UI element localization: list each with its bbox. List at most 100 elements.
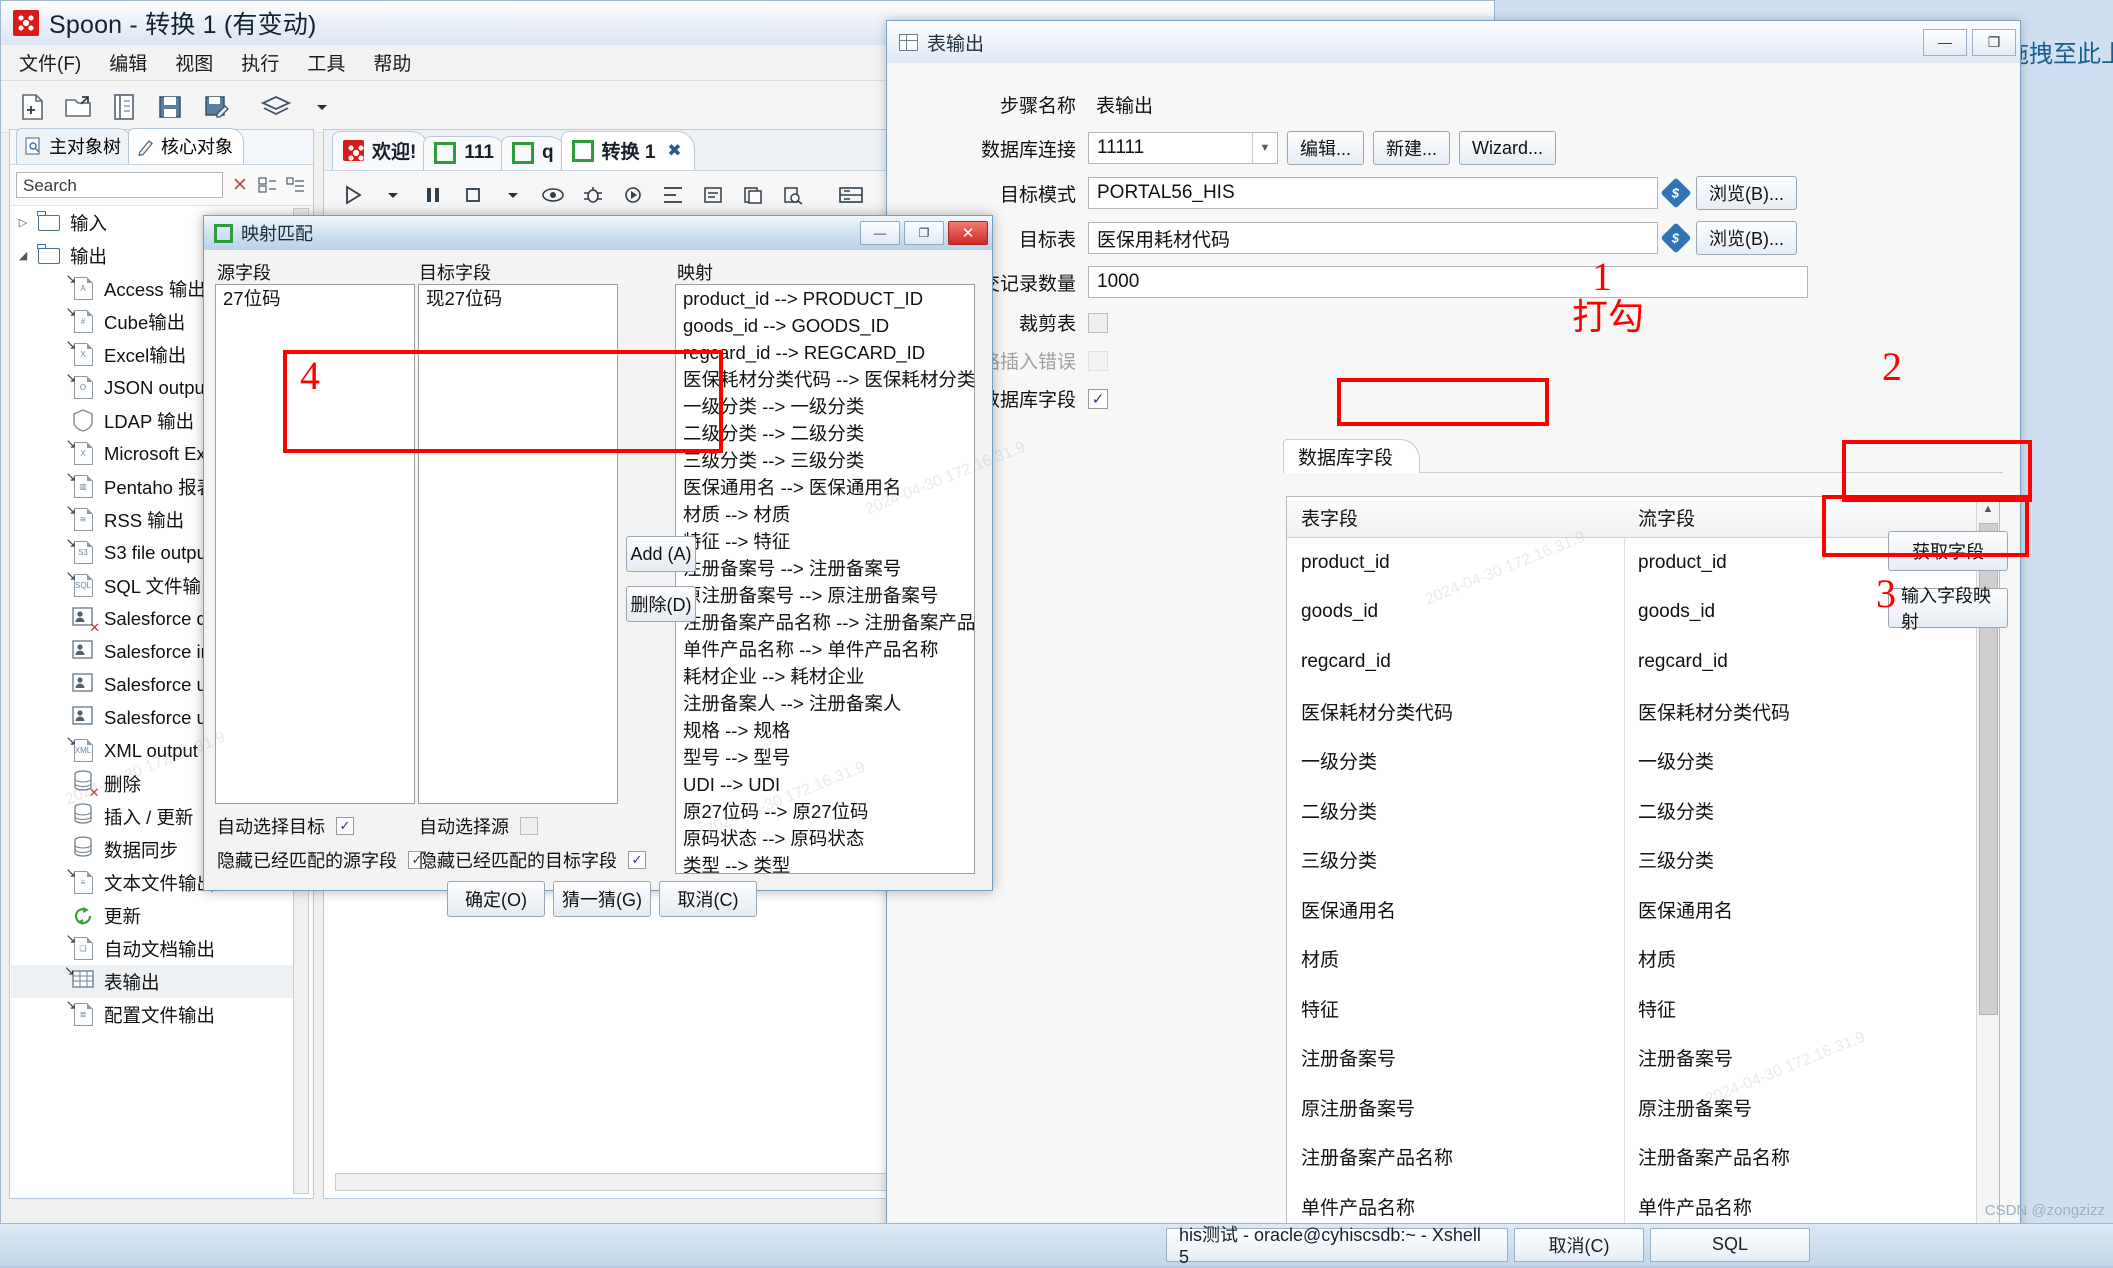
- tree-item[interactable]: ≣ ↘ 配置文件输出: [11, 997, 296, 1031]
- mapping-item[interactable]: 材质 --> 材质: [676, 501, 974, 528]
- variable-icon[interactable]: $: [1660, 222, 1692, 254]
- mapping-item[interactable]: goods_id --> GOODS_ID: [676, 312, 974, 339]
- delete-mapping-button[interactable]: 删除(D): [626, 586, 696, 622]
- mapping-item[interactable]: UDI --> UDI: [676, 771, 974, 798]
- guess-button[interactable]: 猜一猜(G): [553, 881, 651, 917]
- expand-all-icon[interactable]: [285, 174, 307, 196]
- mapping-item[interactable]: 三级分类 --> 三级分类: [676, 447, 974, 474]
- table-row[interactable]: 医保通用名 医保通用名: [1287, 885, 1999, 935]
- tree-twisty-icon[interactable]: ◢: [11, 249, 35, 262]
- cancel-button[interactable]: 取消(C): [659, 881, 757, 917]
- table-row[interactable]: 注册备案产品名称 注册备案产品名称: [1287, 1132, 1999, 1182]
- mapping-item[interactable]: 类型 --> 类型: [676, 852, 974, 873]
- mapping-item[interactable]: 耗材企业 --> 耗材企业: [676, 663, 974, 690]
- table-row[interactable]: 原注册备案号 原注册备案号: [1287, 1083, 1999, 1133]
- tab-main-object-tree[interactable]: 主对象树: [16, 128, 132, 164]
- minimize-icon[interactable]: —: [1923, 28, 1967, 56]
- add-mapping-button[interactable]: Add (A): [626, 536, 696, 572]
- mapping-item[interactable]: 原注册备案号 --> 原注册备案号: [676, 582, 974, 609]
- source-field-item[interactable]: 27位码: [216, 285, 414, 312]
- tab-111[interactable]: 111: [423, 136, 507, 170]
- mapping-item[interactable]: regcard_id --> REGCARD_ID: [676, 339, 974, 366]
- taskbar-cancel-button[interactable]: 取消(C): [1514, 1227, 1644, 1262]
- tab-core-objects[interactable]: 核心对象: [128, 128, 244, 164]
- sql-icon[interactable]: [696, 178, 730, 212]
- tree-item[interactable]: ❏ ↘ 自动文档输出: [11, 931, 296, 965]
- edit-connection-button[interactable]: 编辑...: [1287, 131, 1365, 165]
- tab-q[interactable]: q: [500, 136, 567, 170]
- menu-item-file[interactable]: 文件(F): [19, 49, 81, 76]
- copy-log-icon[interactable]: [736, 178, 770, 212]
- save-icon[interactable]: [151, 88, 189, 126]
- auto-select-source-checkbox[interactable]: [520, 817, 538, 835]
- grid-icon[interactable]: [834, 178, 868, 212]
- copy-icon[interactable]: [105, 88, 143, 126]
- target-table-input[interactable]: 医保用耗材代码: [1088, 222, 1658, 254]
- menu-item-run[interactable]: 执行: [241, 49, 279, 76]
- minimize-icon[interactable]: —: [860, 221, 900, 245]
- table-row[interactable]: 特征 特征: [1287, 984, 1999, 1034]
- get-fields-button[interactable]: 获取字段: [1888, 531, 2008, 571]
- menu-item-edit[interactable]: 编辑: [109, 49, 147, 76]
- close-icon[interactable]: ✕: [948, 221, 988, 245]
- mapping-item[interactable]: 原27位码 --> 原27位码: [676, 798, 974, 825]
- tree-item[interactable]: 更新: [11, 899, 296, 932]
- browse-schema-button[interactable]: 浏览(B)...: [1696, 176, 1797, 210]
- pause-icon[interactable]: [416, 178, 450, 212]
- chevron-down-icon[interactable]: [496, 178, 530, 212]
- run-icon[interactable]: [336, 178, 370, 212]
- chevron-down-icon[interactable]: [376, 178, 410, 212]
- mapping-item[interactable]: 单件产品名称 --> 单件产品名称: [676, 636, 974, 663]
- tab-welcome[interactable]: 欢迎!: [332, 131, 430, 170]
- table-body[interactable]: product_id product_id goods_id goods_id regc…: [1287, 538, 1999, 1255]
- maximize-icon[interactable]: ❐: [1972, 28, 2016, 56]
- commit-size-input[interactable]: 1000: [1088, 266, 1808, 298]
- scroll-up-icon[interactable]: ▲: [1977, 497, 1999, 521]
- specify-db-fields-checkbox[interactable]: ✓: [1088, 388, 1108, 409]
- table-row[interactable]: 一级分类 一级分类: [1287, 736, 1999, 786]
- ignore-errors-checkbox[interactable]: [1088, 350, 1108, 371]
- browse-table-button[interactable]: 浏览(B)...: [1696, 221, 1797, 255]
- tab-db-fields[interactable]: 数据库字段: [1283, 439, 1421, 473]
- target-schema-input[interactable]: PORTAL56_HIS: [1088, 177, 1658, 209]
- taskbar-item-xshell[interactable]: his测试 - oracle@cyhiscsdb:~ - Xshell 5: [1166, 1225, 1508, 1267]
- mappings-list[interactable]: product_id --> PRODUCT_ID goods_id --> GO…: [675, 284, 975, 874]
- table-row[interactable]: 注册备案号 注册备案号: [1287, 1033, 1999, 1083]
- table-row[interactable]: 二级分类 二级分类: [1287, 786, 1999, 836]
- hide-matched-target-checkbox[interactable]: ✓: [628, 851, 646, 869]
- table-row[interactable]: 医保耗材分类代码 医保耗材分类代码: [1287, 687, 1999, 737]
- close-x-icon[interactable]: ✕: [229, 174, 251, 196]
- mapping-item[interactable]: 特征 --> 特征: [676, 528, 974, 555]
- save-as-icon[interactable]: [197, 88, 235, 126]
- table-row[interactable]: regcard_id regcard_id: [1287, 637, 1999, 687]
- new-connection-button[interactable]: 新建...: [1373, 131, 1451, 165]
- mapping-item[interactable]: 注册备案产品名称 --> 注册备案产品名称: [676, 609, 974, 636]
- menu-item-tools[interactable]: 工具: [307, 49, 345, 76]
- truncate-table-checkbox[interactable]: [1088, 312, 1108, 333]
- mapping-item[interactable]: 一级分类 --> 一级分类: [676, 393, 974, 420]
- collapse-all-icon[interactable]: [257, 174, 279, 196]
- taskbar-sql-button[interactable]: SQL: [1650, 1227, 1810, 1262]
- open-folder-icon[interactable]: [59, 88, 97, 126]
- search-log-icon[interactable]: [776, 178, 810, 212]
- chevron-down-icon[interactable]: [303, 88, 341, 126]
- menu-item-view[interactable]: 视图: [175, 49, 213, 76]
- tree-item[interactable]: ↘ 表输出: [11, 963, 296, 998]
- close-x-icon[interactable]: ✖: [667, 141, 681, 161]
- align-icon[interactable]: [656, 178, 690, 212]
- maximize-icon[interactable]: ❐: [904, 221, 944, 245]
- mapping-item[interactable]: 医保耗材分类代码 --> 医保耗材分类代码: [676, 366, 974, 393]
- tree-twisty-icon[interactable]: ▷: [11, 216, 35, 229]
- target-fields-list[interactable]: 现27位码: [418, 284, 618, 804]
- mapping-item[interactable]: 注册备案号 --> 注册备案号: [676, 555, 974, 582]
- variable-icon[interactable]: $: [1660, 177, 1692, 209]
- mapping-item[interactable]: 注册备案人 --> 注册备案人: [676, 690, 974, 717]
- table-row[interactable]: 材质 材质: [1287, 934, 1999, 984]
- mapping-item[interactable]: 原码状态 --> 原码状态: [676, 825, 974, 852]
- chevron-down-icon[interactable]: ▼: [1252, 133, 1277, 163]
- ok-button[interactable]: 确定(O): [447, 881, 545, 917]
- wizard-button[interactable]: Wizard...: [1459, 131, 1557, 165]
- auto-select-target-checkbox[interactable]: ✓: [336, 817, 354, 835]
- debug-icon[interactable]: [576, 178, 610, 212]
- db-connection-combo[interactable]: 11111 ▼: [1088, 132, 1278, 164]
